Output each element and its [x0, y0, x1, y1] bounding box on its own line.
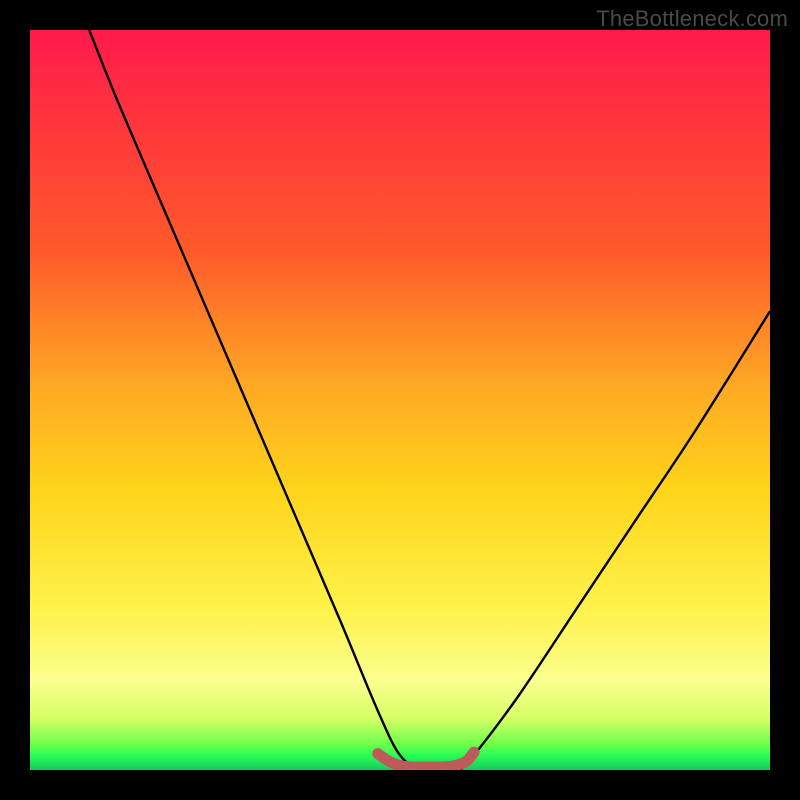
chart-frame: TheBottleneck.com	[0, 0, 800, 800]
valley-dot	[461, 756, 472, 767]
valley-dot	[372, 748, 383, 759]
valley-dot	[469, 747, 480, 758]
plot-area	[30, 30, 770, 770]
curve-layer	[30, 30, 770, 770]
bottleneck-curve	[89, 30, 770, 770]
valley-dot	[383, 756, 394, 767]
watermark-text: TheBottleneck.com	[596, 6, 788, 32]
